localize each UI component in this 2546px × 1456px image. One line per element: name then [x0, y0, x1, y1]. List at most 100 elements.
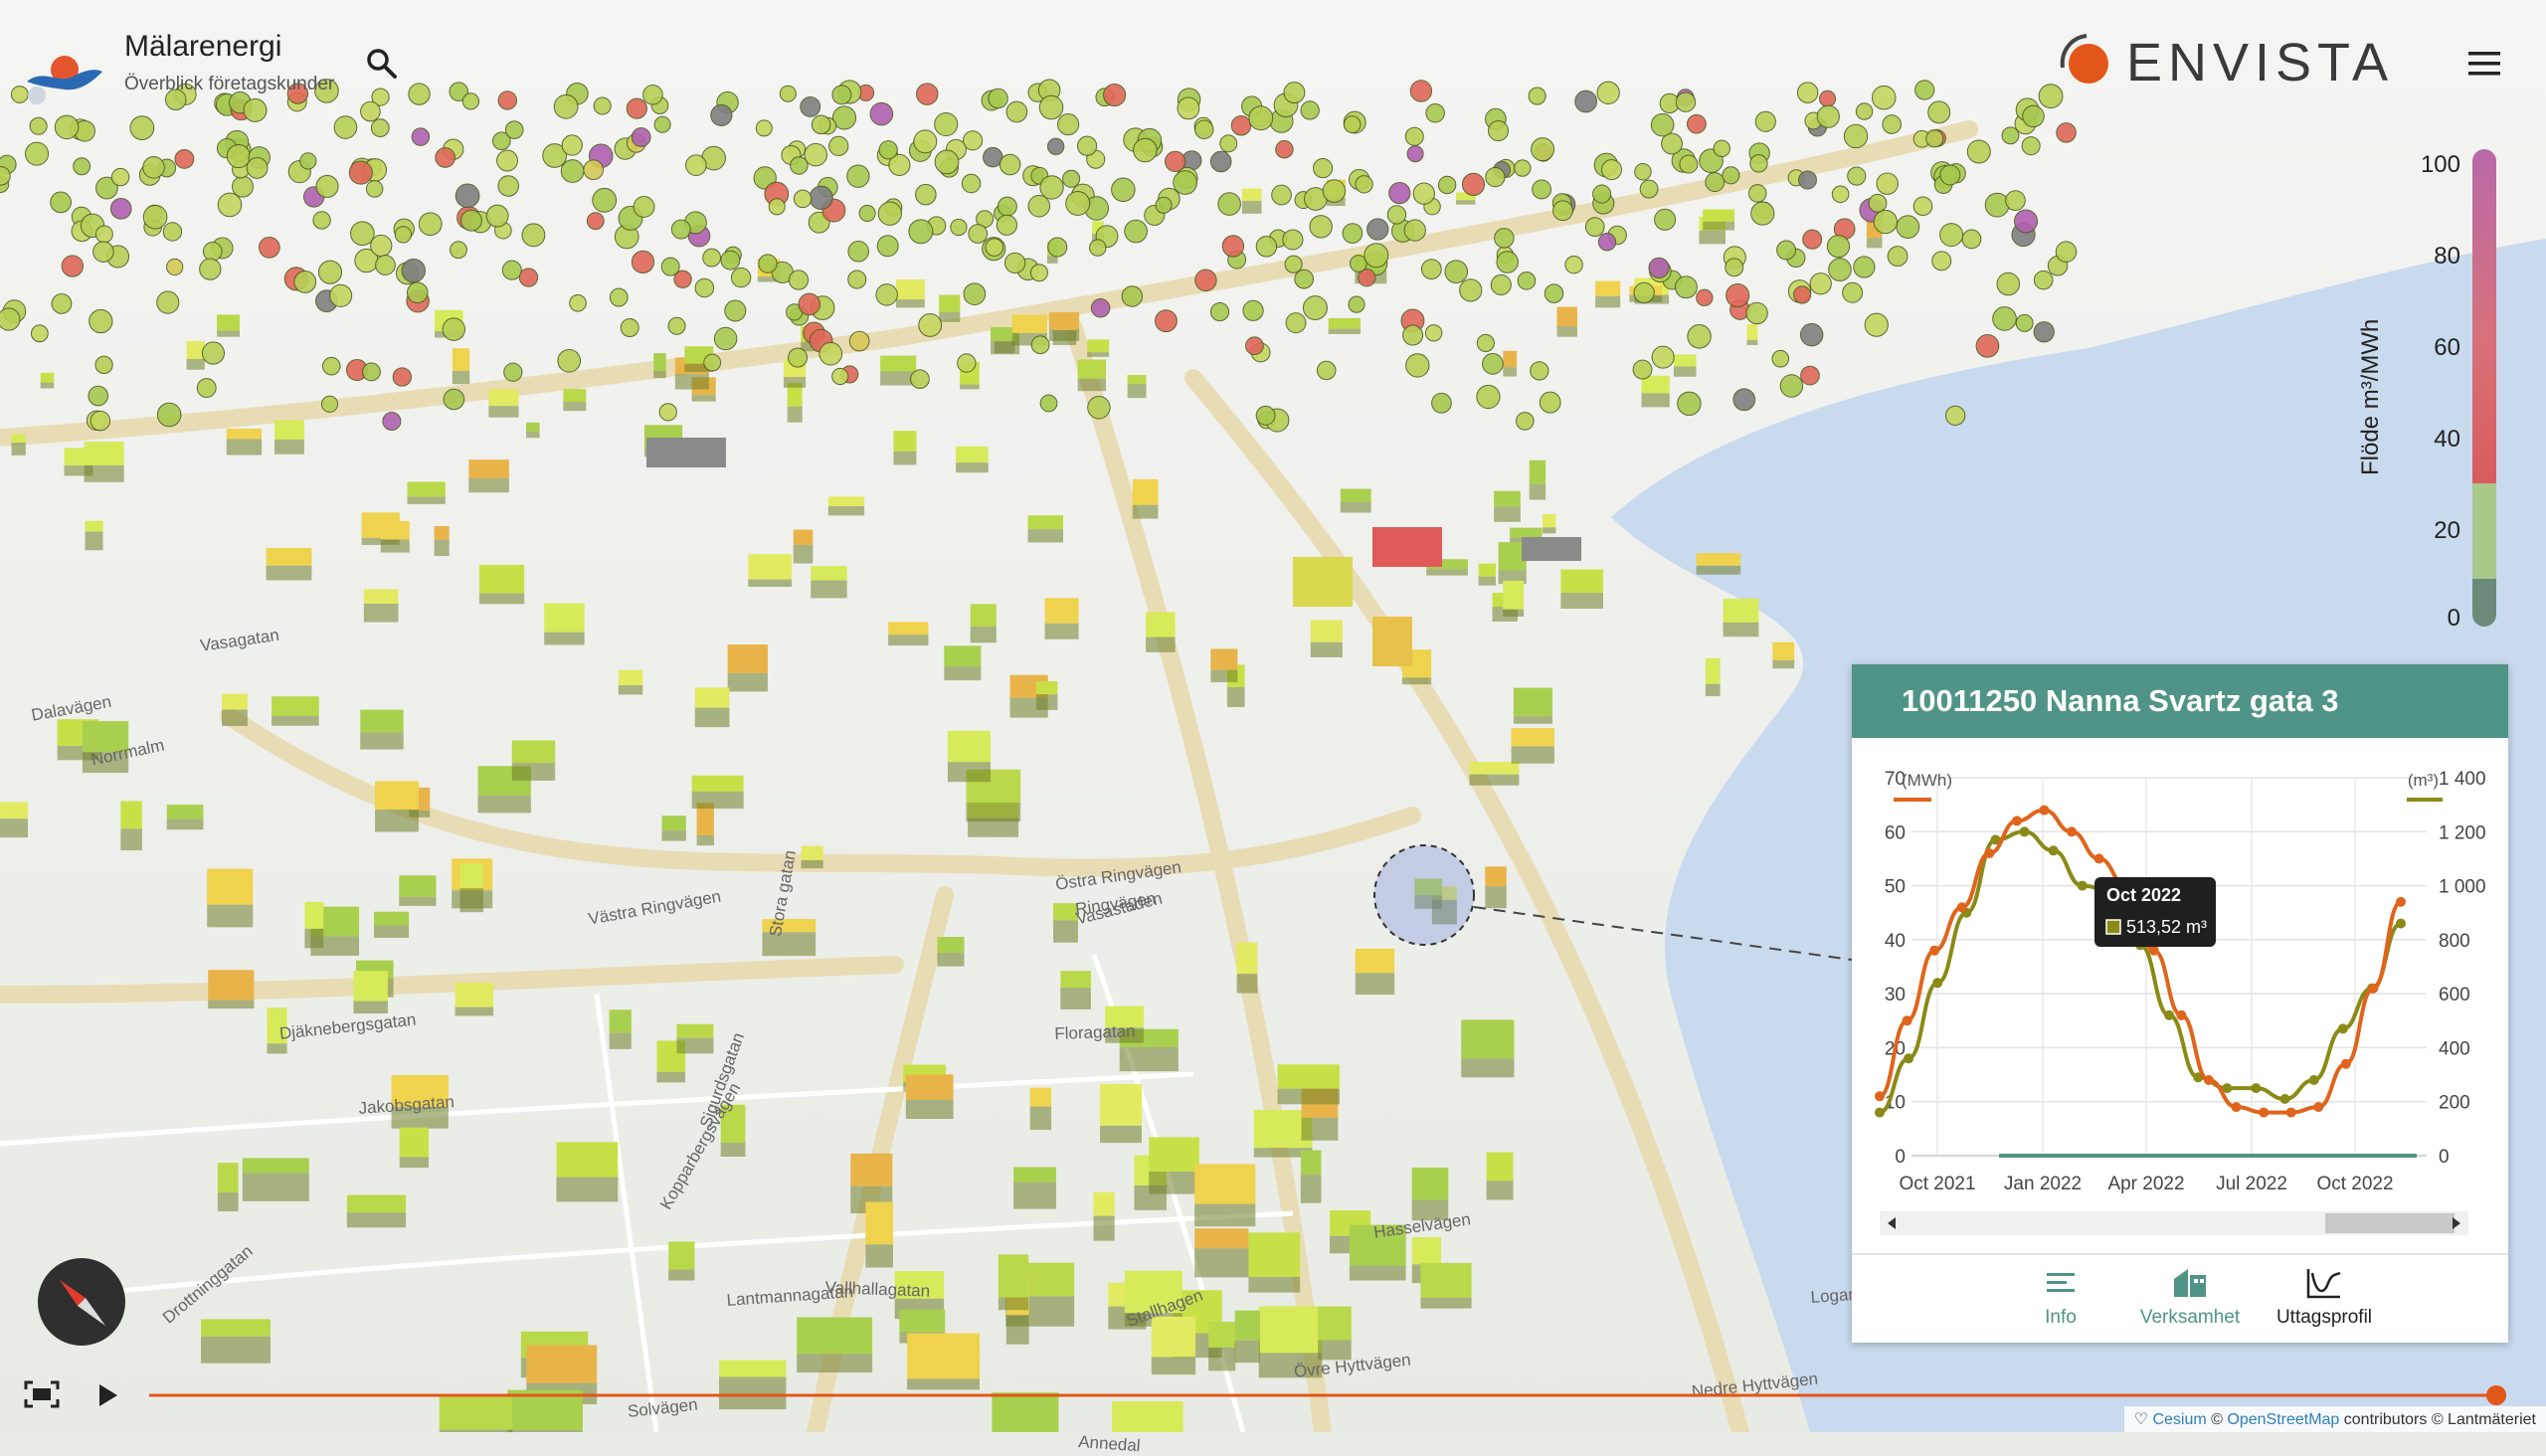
building[interactable]: [618, 669, 643, 695]
customer-marker[interactable]: [913, 129, 938, 154]
customer-marker[interactable]: [501, 260, 522, 280]
customer-marker[interactable]: [1283, 82, 1306, 104]
building[interactable]: [1100, 1084, 1142, 1144]
customer-marker[interactable]: [1003, 252, 1026, 274]
building[interactable]: [609, 1009, 632, 1049]
customer-marker[interactable]: [30, 324, 49, 343]
building[interactable]: [893, 431, 917, 465]
customer-marker[interactable]: [667, 316, 686, 335]
customer-marker[interactable]: [1386, 205, 1407, 225]
customer-marker[interactable]: [910, 369, 930, 390]
customer-marker[interactable]: [1873, 209, 1898, 235]
customer-marker[interactable]: [1173, 170, 1197, 195]
customer-marker[interactable]: [1912, 196, 1933, 217]
customer-marker[interactable]: [1255, 236, 1278, 258]
customer-marker[interactable]: [1984, 192, 2010, 218]
customer-marker[interactable]: [406, 281, 429, 304]
building[interactable]: [374, 911, 410, 938]
customer-marker[interactable]: [730, 267, 752, 288]
customer-marker[interactable]: [1242, 299, 1264, 321]
building[interactable]: [1300, 1150, 1322, 1203]
building[interactable]: [1146, 612, 1176, 652]
building[interactable]: [1641, 375, 1670, 408]
data-point[interactable]: [2368, 983, 2379, 994]
building[interactable]: [696, 803, 714, 846]
customer-marker[interactable]: [88, 385, 109, 407]
building[interactable]: [363, 589, 399, 623]
building[interactable]: [1696, 553, 1741, 575]
customer-marker[interactable]: [997, 196, 1017, 217]
building[interactable]: [905, 1074, 954, 1119]
customer-marker[interactable]: [312, 211, 331, 230]
customer-marker[interactable]: [348, 160, 373, 185]
customer-marker[interactable]: [828, 135, 849, 157]
customer-marker[interactable]: [461, 92, 480, 110]
customer-marker[interactable]: [2021, 136, 2041, 156]
customer-marker[interactable]: [1476, 384, 1501, 410]
customer-marker[interactable]: [1831, 185, 1850, 204]
customer-marker[interactable]: [2005, 190, 2026, 212]
building[interactable]: [11, 434, 26, 455]
customer-marker[interactable]: [89, 308, 113, 334]
building[interactable]: [556, 1142, 619, 1202]
building[interactable]: [947, 730, 991, 783]
customer-marker[interactable]: [411, 127, 431, 146]
customer-marker[interactable]: [460, 209, 482, 232]
customer-marker[interactable]: [110, 167, 130, 187]
customer-marker[interactable]: [818, 341, 843, 366]
customer-marker[interactable]: [258, 236, 280, 259]
customer-marker[interactable]: [504, 120, 524, 139]
data-point[interactable]: [1904, 1053, 1914, 1064]
customer-marker[interactable]: [1634, 163, 1652, 181]
data-point[interactable]: [2011, 816, 2022, 826]
building[interactable]: [563, 389, 587, 412]
customer-marker[interactable]: [569, 293, 587, 312]
building[interactable]: [1248, 1232, 1301, 1293]
customer-marker[interactable]: [1996, 272, 2021, 296]
building[interactable]: [1208, 1322, 1236, 1371]
customer-marker[interactable]: [1485, 167, 1506, 188]
customer-marker[interactable]: [1221, 235, 1245, 258]
customer-marker[interactable]: [1713, 139, 1731, 158]
building[interactable]: [226, 428, 263, 455]
building[interactable]: [459, 863, 483, 913]
customer-marker[interactable]: [1544, 283, 1564, 303]
customer-marker[interactable]: [1248, 105, 1274, 131]
building[interactable]: [353, 971, 388, 1014]
data-point[interactable]: [2337, 1023, 2348, 1034]
data-point[interactable]: [2203, 1075, 2214, 1085]
customer-marker[interactable]: [1601, 159, 1622, 181]
building[interactable]: [526, 422, 540, 439]
data-point[interactable]: [2093, 853, 2104, 864]
customer-marker[interactable]: [1177, 96, 1200, 120]
customer-marker[interactable]: [1799, 322, 1824, 347]
customer-marker[interactable]: [1914, 80, 1935, 100]
customer-marker[interactable]: [1516, 412, 1535, 431]
customer-marker[interactable]: [1027, 194, 1051, 218]
customer-marker[interactable]: [710, 103, 733, 126]
customer-marker[interactable]: [1030, 335, 1050, 355]
data-point[interactable]: [2067, 826, 2078, 837]
customer-marker[interactable]: [876, 235, 899, 258]
customer-marker[interactable]: [1111, 177, 1136, 203]
customer-marker[interactable]: [685, 154, 707, 176]
customer-marker[interactable]: [92, 241, 114, 263]
customer-marker[interactable]: [202, 242, 223, 262]
building[interactable]: [1027, 515, 1064, 543]
building[interactable]: [407, 481, 446, 504]
building[interactable]: [1461, 1019, 1515, 1078]
customer-marker[interactable]: [798, 292, 821, 316]
customer-marker[interactable]: [996, 214, 1018, 236]
customer-marker[interactable]: [755, 119, 773, 137]
customer-marker[interactable]: [1809, 273, 1832, 295]
customer-marker[interactable]: [1194, 119, 1214, 139]
building[interactable]: [478, 564, 525, 605]
building[interactable]: [304, 901, 324, 949]
customer-marker[interactable]: [1871, 85, 1897, 110]
customer-marker[interactable]: [1966, 139, 1991, 164]
building[interactable]: [40, 372, 55, 389]
customer-marker[interactable]: [1816, 104, 1840, 128]
customer-marker[interactable]: [1552, 200, 1573, 222]
customer-marker[interactable]: [375, 255, 396, 275]
customer-marker[interactable]: [497, 91, 517, 110]
